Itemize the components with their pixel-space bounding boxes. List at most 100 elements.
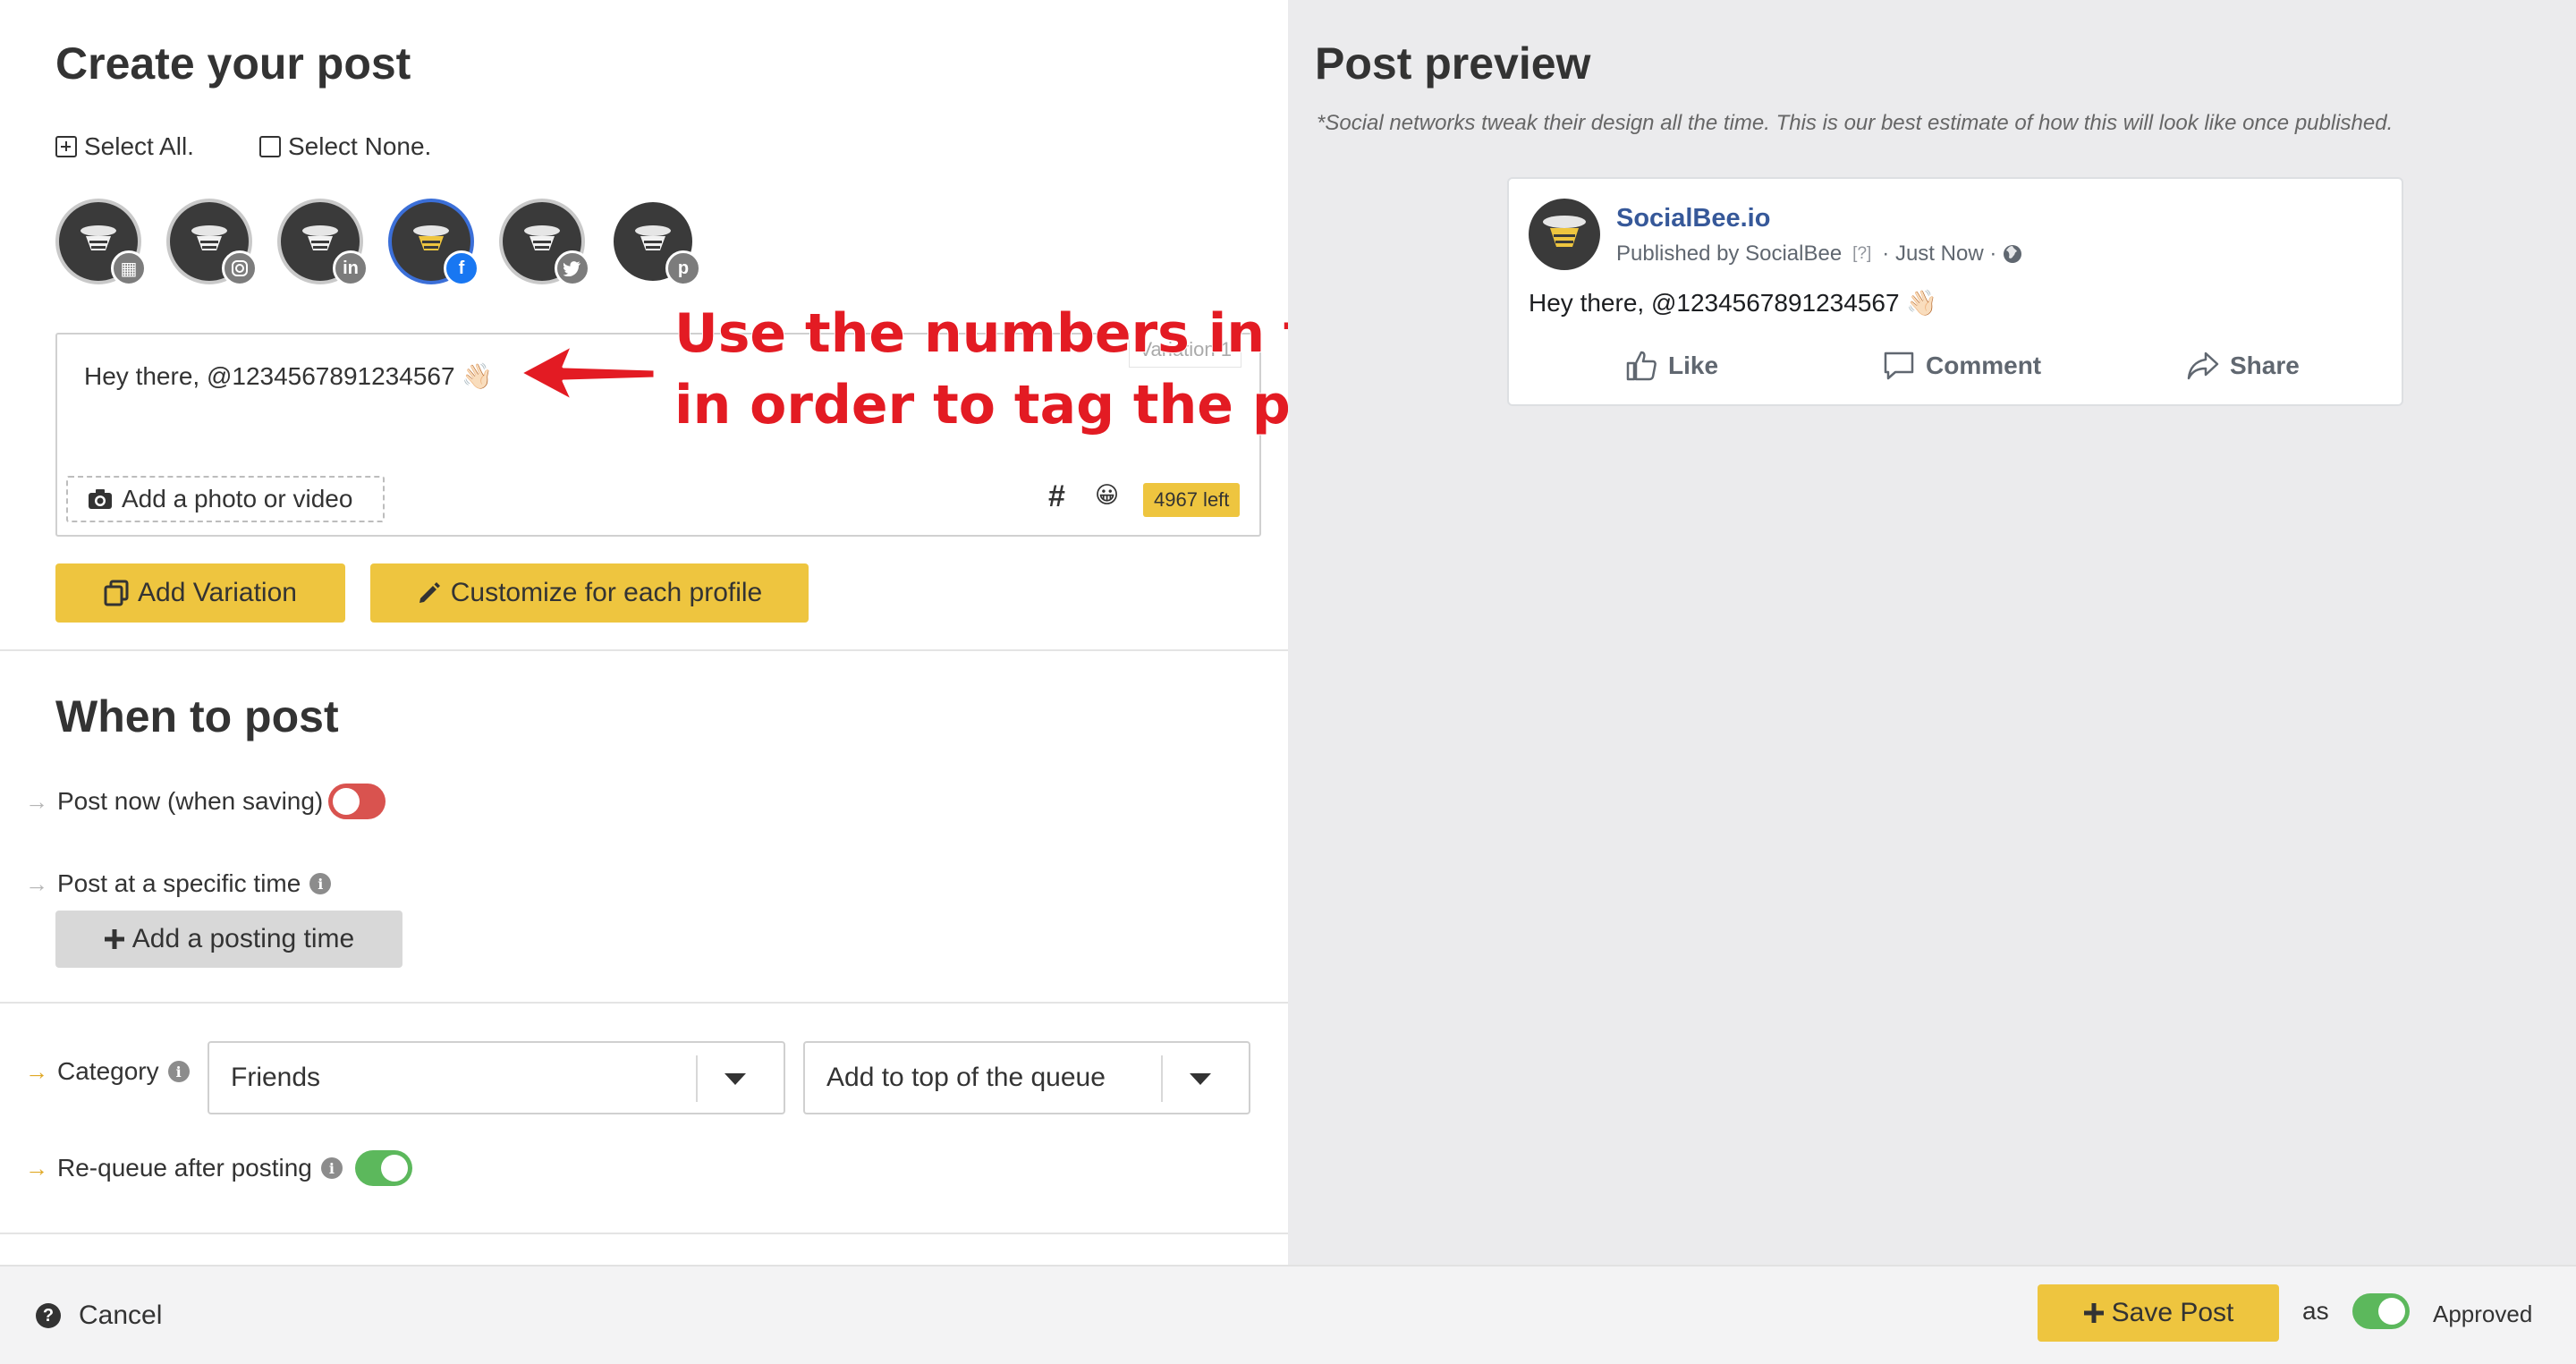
help-link[interactable]: [?] xyxy=(1852,244,1871,264)
like-label: Like xyxy=(1668,352,1719,379)
when-to-post-title: When to post xyxy=(55,691,339,741)
page-avatar xyxy=(1529,199,1600,270)
socialbee-logo-icon xyxy=(635,225,671,250)
page-name-link[interactable]: SocialBee.io xyxy=(1616,204,1770,233)
comment-button[interactable]: Comment xyxy=(1883,351,2041,381)
profile-avatar-google-my-business[interactable]: ▦ xyxy=(55,199,147,286)
arrow-right-icon: → xyxy=(25,1154,48,1182)
save-post-label: Save Post xyxy=(2111,1298,2234,1327)
facebook-post-preview: SocialBee.io Published by SocialBee [?] … xyxy=(1507,177,2403,406)
copy-icon xyxy=(104,580,129,606)
toggle-knob xyxy=(333,788,360,815)
customize-profile-button[interactable]: Customize for each profile xyxy=(370,563,809,623)
thumbs-up-icon xyxy=(1626,351,1657,381)
section-divider xyxy=(0,649,1288,651)
facebook-icon: f xyxy=(444,250,479,286)
share-button[interactable]: Share xyxy=(2187,351,2300,381)
camera-icon xyxy=(89,489,112,509)
plus-icon xyxy=(2083,1303,2104,1323)
category-select[interactable]: Friends xyxy=(208,1041,785,1114)
preview-disclaimer: *Social networks tweak their design all … xyxy=(1317,111,2394,135)
post-now-row: → Post now (when saving) xyxy=(25,784,386,819)
empty-square-icon xyxy=(259,136,281,157)
arrow-right-icon: → xyxy=(25,787,48,815)
specific-time-row: → Post at a specific time i xyxy=(25,869,332,898)
profile-avatar-facebook[interactable]: f xyxy=(388,199,479,286)
emoji-icon[interactable]: 😀 xyxy=(1095,481,1119,509)
socialbee-logo-icon xyxy=(80,225,116,250)
select-all-label: Select All. xyxy=(84,132,194,160)
requeue-row: → Re-queue after posting i xyxy=(25,1150,412,1186)
cancel-button[interactable]: ? Cancel xyxy=(36,1300,162,1331)
profile-avatar-instagram[interactable] xyxy=(166,199,258,286)
queue-position-value: Add to top of the queue xyxy=(826,1063,1106,1092)
plus-icon xyxy=(104,929,124,949)
socialbee-logo-icon xyxy=(191,225,227,250)
socialbee-logo-icon xyxy=(302,225,338,250)
select-separator xyxy=(1161,1055,1163,1102)
socialbee-logo-icon xyxy=(1543,216,1586,247)
question-circle-icon: ? xyxy=(36,1303,61,1328)
characters-left-badge: 4967 left xyxy=(1143,483,1241,517)
post-preview-text: Hey there, @1234567891234567 👋🏻 xyxy=(1529,289,1938,317)
cancel-label: Cancel xyxy=(79,1300,163,1330)
composer-panel: Create your post Select All. Select None… xyxy=(0,0,1522,1265)
category-select-value: Friends xyxy=(231,1063,321,1092)
info-icon[interactable]: i xyxy=(167,1061,190,1082)
specific-time-label: Post at a specific time xyxy=(57,869,301,897)
add-posting-time-button[interactable]: Add a posting time xyxy=(55,911,402,968)
section-divider xyxy=(0,1233,1288,1234)
add-variation-button[interactable]: Add Variation xyxy=(55,563,345,623)
select-none-button[interactable]: Select None. xyxy=(259,132,431,161)
share-icon xyxy=(2187,352,2219,380)
category-row: → Category i xyxy=(25,1057,190,1086)
approved-label: Approved xyxy=(2433,1300,2533,1327)
twitter-icon xyxy=(555,250,590,286)
share-label: Share xyxy=(2230,352,2300,379)
info-icon[interactable]: i xyxy=(320,1157,343,1179)
footer-bar: ? Cancel Save Post as Approved xyxy=(0,1265,2576,1364)
post-text-input[interactable]: Hey there, @1234567891234567 👋🏻 xyxy=(84,361,493,391)
profile-avatar-twitter[interactable] xyxy=(499,199,590,286)
profile-avatar-pinterest[interactable]: p xyxy=(610,199,701,286)
chevron-down-icon xyxy=(724,1073,746,1085)
post-meta: Published by SocialBee [?] · Just Now · xyxy=(1616,241,2023,267)
requeue-label: Re-queue after posting xyxy=(57,1154,312,1182)
arrow-right-icon: → xyxy=(25,1057,48,1085)
add-media-label: Add a photo or video xyxy=(122,485,353,513)
pencil-icon xyxy=(419,582,440,603)
pinterest-icon: p xyxy=(665,250,701,286)
as-label: as xyxy=(2302,1297,2329,1325)
select-separator xyxy=(696,1055,698,1102)
chevron-down-icon xyxy=(1190,1073,1211,1085)
requeue-toggle[interactable] xyxy=(354,1150,412,1186)
queue-position-select[interactable]: Add to top of the queue xyxy=(803,1041,1250,1114)
select-all-button[interactable]: Select All. xyxy=(55,132,194,161)
arrow-right-icon: → xyxy=(25,869,48,897)
customize-profile-label: Customize for each profile xyxy=(450,578,763,607)
store-icon: ▦ xyxy=(111,250,147,286)
post-now-toggle[interactable] xyxy=(328,784,386,819)
post-now-label: Post now (when saving) xyxy=(57,787,324,815)
socialbee-logo-icon xyxy=(524,225,560,250)
toggle-knob xyxy=(2378,1298,2405,1325)
approved-toggle[interactable] xyxy=(2352,1293,2410,1329)
section-divider xyxy=(0,1002,1288,1004)
comment-icon xyxy=(1884,352,1914,380)
info-icon[interactable]: i xyxy=(309,873,332,894)
add-media-button[interactable]: Add a photo or video xyxy=(66,476,385,522)
preview-title: Post preview xyxy=(1315,38,1591,89)
plus-square-icon xyxy=(55,136,77,157)
toggle-knob xyxy=(380,1155,408,1182)
add-variation-label: Add Variation xyxy=(138,578,297,607)
profile-avatar-linkedin[interactable]: in xyxy=(277,199,369,286)
add-posting-time-label: Add a posting time xyxy=(131,924,355,953)
like-button[interactable]: Like xyxy=(1625,351,1718,381)
published-by-label: Published by SocialBee xyxy=(1616,241,1843,266)
hashtag-icon[interactable]: # xyxy=(1048,479,1065,514)
select-none-label: Select None. xyxy=(288,132,432,160)
globe-icon xyxy=(2004,245,2022,263)
post-time: · Just Now · xyxy=(1882,241,1997,266)
composer-title: Create your post xyxy=(55,38,411,89)
save-post-button[interactable]: Save Post xyxy=(2038,1284,2279,1342)
